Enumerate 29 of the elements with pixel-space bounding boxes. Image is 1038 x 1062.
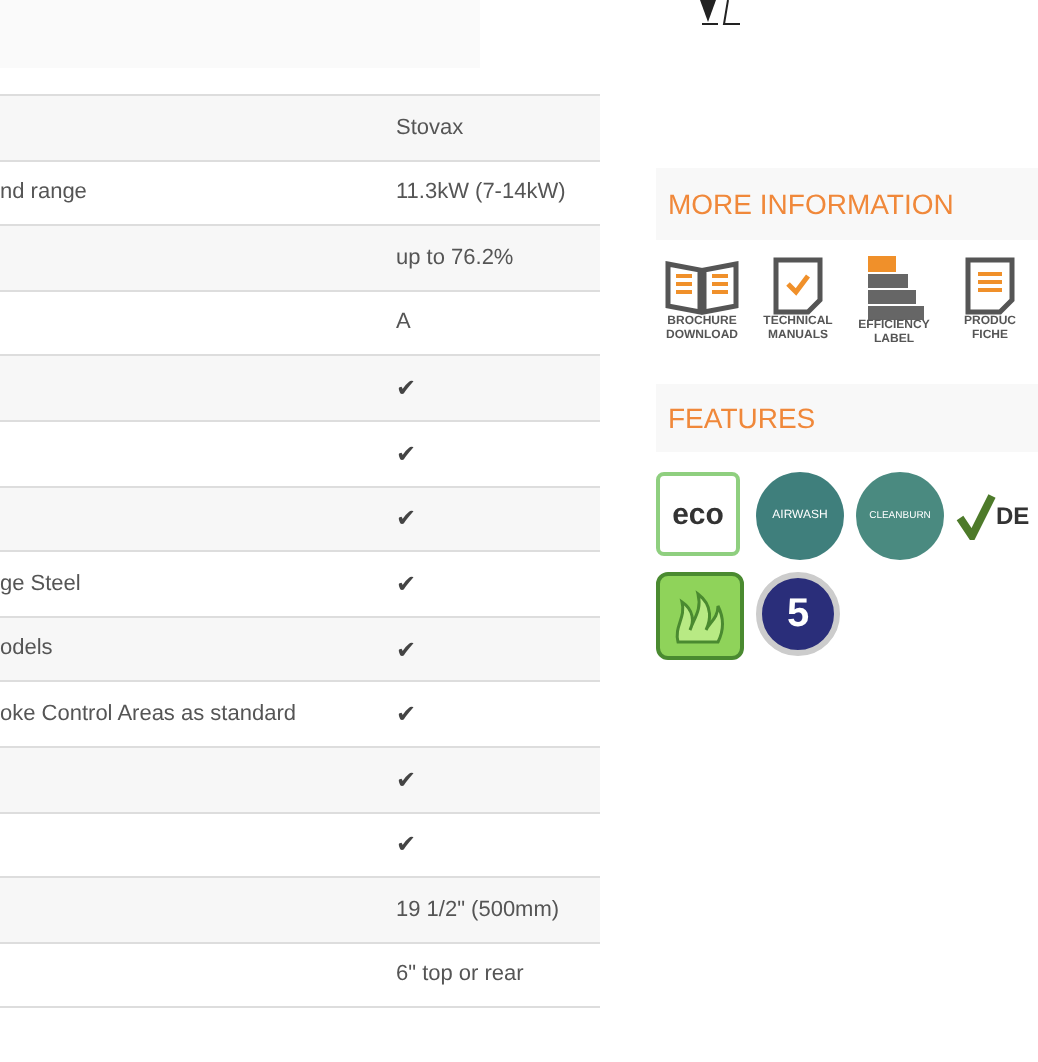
spec-label: odels: [0, 636, 53, 661]
spec-value: 19 1/2" (500mm): [396, 895, 560, 926]
spec-label: oke Control Areas as standard: [0, 701, 296, 726]
badge-text: DE: [996, 504, 1030, 528]
bar-chart-icon: [864, 256, 924, 320]
checkmark-icon: ✔: [396, 370, 416, 407]
spec-value: 11.3kW (7-14kW): [396, 178, 566, 209]
document-icon: [964, 256, 1016, 316]
checkmark-icon: ✔: [396, 500, 416, 537]
badge-text: eco: [672, 499, 724, 529]
checkmark-icon: ✔: [396, 565, 416, 602]
checkmark-icon: ✔: [396, 826, 416, 863]
open-book-icon: [660, 256, 744, 316]
spec-value: Stovax: [396, 113, 464, 144]
spec-value: A: [396, 308, 411, 339]
checkmark-icon: ✔: [396, 696, 416, 733]
spec-value: 6" top or rear: [396, 960, 524, 991]
document-check-icon: [772, 256, 824, 316]
section-header: FEATURES: [656, 384, 1038, 452]
spec-label: ge Steel: [0, 571, 81, 596]
flames-icon: [670, 586, 730, 646]
checkmark-icon: ✔: [396, 761, 416, 798]
checkmark-icon: ✔: [396, 435, 416, 472]
checkmark-icon: ✔: [396, 631, 416, 668]
spec-value: up to 76.2%: [396, 243, 514, 274]
section-header: MORE INFORMATION: [656, 168, 1038, 240]
checkmark-icon: [956, 492, 996, 540]
spec-label: nd range: [0, 180, 87, 205]
badge-text: 5: [786, 594, 810, 634]
